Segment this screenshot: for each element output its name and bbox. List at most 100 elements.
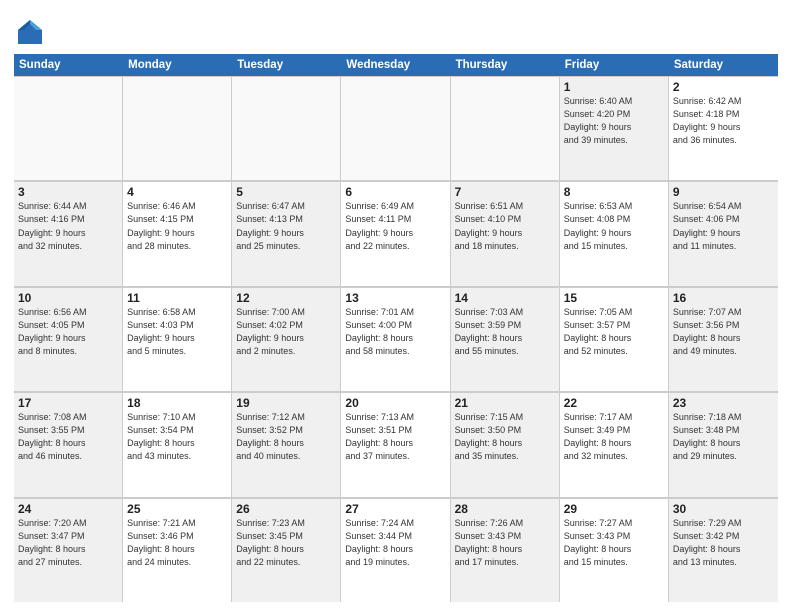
header-cell-wednesday: Wednesday: [341, 54, 450, 76]
day-number: 23: [673, 396, 774, 410]
calendar-cell-0-0: [14, 76, 123, 180]
day-number: 29: [564, 502, 664, 516]
day-info: Sunrise: 7:15 AM Sunset: 3:50 PM Dayligh…: [455, 411, 555, 463]
day-number: 5: [236, 185, 336, 199]
calendar-body: 1Sunrise: 6:40 AM Sunset: 4:20 PM Daylig…: [14, 76, 778, 602]
day-number: 6: [345, 185, 445, 199]
day-number: 15: [564, 291, 664, 305]
header: [14, 12, 778, 48]
calendar-cell-2-4: 14Sunrise: 7:03 AM Sunset: 3:59 PM Dayli…: [451, 287, 560, 391]
day-number: 2: [673, 80, 774, 94]
day-info: Sunrise: 6:53 AM Sunset: 4:08 PM Dayligh…: [564, 200, 664, 252]
day-number: 20: [345, 396, 445, 410]
calendar-cell-2-6: 16Sunrise: 7:07 AM Sunset: 3:56 PM Dayli…: [669, 287, 778, 391]
calendar-row-3: 17Sunrise: 7:08 AM Sunset: 3:55 PM Dayli…: [14, 392, 778, 497]
day-number: 24: [18, 502, 118, 516]
day-info: Sunrise: 6:40 AM Sunset: 4:20 PM Dayligh…: [564, 95, 664, 147]
calendar-cell-0-2: [232, 76, 341, 180]
header-cell-friday: Friday: [560, 54, 669, 76]
calendar-cell-4-2: 26Sunrise: 7:23 AM Sunset: 3:45 PM Dayli…: [232, 498, 341, 602]
calendar-cell-0-6: 2Sunrise: 6:42 AM Sunset: 4:18 PM Daylig…: [669, 76, 778, 180]
day-info: Sunrise: 7:13 AM Sunset: 3:51 PM Dayligh…: [345, 411, 445, 463]
calendar-cell-1-1: 4Sunrise: 6:46 AM Sunset: 4:15 PM Daylig…: [123, 181, 232, 285]
day-number: 26: [236, 502, 336, 516]
day-number: 19: [236, 396, 336, 410]
day-number: 9: [673, 185, 774, 199]
calendar-cell-4-3: 27Sunrise: 7:24 AM Sunset: 3:44 PM Dayli…: [341, 498, 450, 602]
day-number: 27: [345, 502, 445, 516]
header-cell-thursday: Thursday: [451, 54, 560, 76]
day-info: Sunrise: 6:42 AM Sunset: 4:18 PM Dayligh…: [673, 95, 774, 147]
calendar-cell-2-3: 13Sunrise: 7:01 AM Sunset: 4:00 PM Dayli…: [341, 287, 450, 391]
calendar-cell-3-3: 20Sunrise: 7:13 AM Sunset: 3:51 PM Dayli…: [341, 392, 450, 496]
day-info: Sunrise: 7:00 AM Sunset: 4:02 PM Dayligh…: [236, 306, 336, 358]
day-info: Sunrise: 7:05 AM Sunset: 3:57 PM Dayligh…: [564, 306, 664, 358]
day-number: 1: [564, 80, 664, 94]
calendar-cell-4-4: 28Sunrise: 7:26 AM Sunset: 3:43 PM Dayli…: [451, 498, 560, 602]
day-info: Sunrise: 6:56 AM Sunset: 4:05 PM Dayligh…: [18, 306, 118, 358]
day-info: Sunrise: 7:23 AM Sunset: 3:45 PM Dayligh…: [236, 517, 336, 569]
day-number: 22: [564, 396, 664, 410]
calendar-cell-3-6: 23Sunrise: 7:18 AM Sunset: 3:48 PM Dayli…: [669, 392, 778, 496]
day-info: Sunrise: 7:07 AM Sunset: 3:56 PM Dayligh…: [673, 306, 774, 358]
calendar-cell-3-2: 19Sunrise: 7:12 AM Sunset: 3:52 PM Dayli…: [232, 392, 341, 496]
day-number: 16: [673, 291, 774, 305]
calendar-cell-4-1: 25Sunrise: 7:21 AM Sunset: 3:46 PM Dayli…: [123, 498, 232, 602]
calendar-cell-2-1: 11Sunrise: 6:58 AM Sunset: 4:03 PM Dayli…: [123, 287, 232, 391]
calendar-cell-1-6: 9Sunrise: 6:54 AM Sunset: 4:06 PM Daylig…: [669, 181, 778, 285]
calendar-cell-1-2: 5Sunrise: 6:47 AM Sunset: 4:13 PM Daylig…: [232, 181, 341, 285]
calendar: SundayMondayTuesdayWednesdayThursdayFrid…: [14, 54, 778, 602]
day-info: Sunrise: 6:44 AM Sunset: 4:16 PM Dayligh…: [18, 200, 118, 252]
calendar-cell-3-0: 17Sunrise: 7:08 AM Sunset: 3:55 PM Dayli…: [14, 392, 123, 496]
day-info: Sunrise: 6:54 AM Sunset: 4:06 PM Dayligh…: [673, 200, 774, 252]
day-number: 25: [127, 502, 227, 516]
day-number: 30: [673, 502, 774, 516]
day-info: Sunrise: 7:12 AM Sunset: 3:52 PM Dayligh…: [236, 411, 336, 463]
calendar-cell-0-5: 1Sunrise: 6:40 AM Sunset: 4:20 PM Daylig…: [560, 76, 669, 180]
day-info: Sunrise: 6:49 AM Sunset: 4:11 PM Dayligh…: [345, 200, 445, 252]
day-number: 10: [18, 291, 118, 305]
header-cell-sunday: Sunday: [14, 54, 123, 76]
calendar-cell-4-6: 30Sunrise: 7:29 AM Sunset: 3:42 PM Dayli…: [669, 498, 778, 602]
day-info: Sunrise: 6:51 AM Sunset: 4:10 PM Dayligh…: [455, 200, 555, 252]
day-number: 11: [127, 291, 227, 305]
calendar-row-2: 10Sunrise: 6:56 AM Sunset: 4:05 PM Dayli…: [14, 287, 778, 392]
calendar-cell-1-5: 8Sunrise: 6:53 AM Sunset: 4:08 PM Daylig…: [560, 181, 669, 285]
day-info: Sunrise: 7:20 AM Sunset: 3:47 PM Dayligh…: [18, 517, 118, 569]
day-number: 18: [127, 396, 227, 410]
day-info: Sunrise: 7:10 AM Sunset: 3:54 PM Dayligh…: [127, 411, 227, 463]
day-info: Sunrise: 6:58 AM Sunset: 4:03 PM Dayligh…: [127, 306, 227, 358]
calendar-cell-4-0: 24Sunrise: 7:20 AM Sunset: 3:47 PM Dayli…: [14, 498, 123, 602]
day-number: 7: [455, 185, 555, 199]
header-cell-monday: Monday: [123, 54, 232, 76]
calendar-cell-3-1: 18Sunrise: 7:10 AM Sunset: 3:54 PM Dayli…: [123, 392, 232, 496]
calendar-cell-1-4: 7Sunrise: 6:51 AM Sunset: 4:10 PM Daylig…: [451, 181, 560, 285]
calendar-cell-1-3: 6Sunrise: 6:49 AM Sunset: 4:11 PM Daylig…: [341, 181, 450, 285]
day-info: Sunrise: 7:03 AM Sunset: 3:59 PM Dayligh…: [455, 306, 555, 358]
calendar-cell-2-2: 12Sunrise: 7:00 AM Sunset: 4:02 PM Dayli…: [232, 287, 341, 391]
day-number: 13: [345, 291, 445, 305]
day-number: 4: [127, 185, 227, 199]
day-number: 21: [455, 396, 555, 410]
calendar-cell-4-5: 29Sunrise: 7:27 AM Sunset: 3:43 PM Dayli…: [560, 498, 669, 602]
day-info: Sunrise: 7:08 AM Sunset: 3:55 PM Dayligh…: [18, 411, 118, 463]
day-number: 14: [455, 291, 555, 305]
day-info: Sunrise: 7:21 AM Sunset: 3:46 PM Dayligh…: [127, 517, 227, 569]
day-info: Sunrise: 7:26 AM Sunset: 3:43 PM Dayligh…: [455, 517, 555, 569]
calendar-cell-2-0: 10Sunrise: 6:56 AM Sunset: 4:05 PM Dayli…: [14, 287, 123, 391]
calendar-cell-0-1: [123, 76, 232, 180]
calendar-cell-3-5: 22Sunrise: 7:17 AM Sunset: 3:49 PM Dayli…: [560, 392, 669, 496]
calendar-cell-3-4: 21Sunrise: 7:15 AM Sunset: 3:50 PM Dayli…: [451, 392, 560, 496]
calendar-cell-2-5: 15Sunrise: 7:05 AM Sunset: 3:57 PM Dayli…: [560, 287, 669, 391]
day-info: Sunrise: 7:27 AM Sunset: 3:43 PM Dayligh…: [564, 517, 664, 569]
calendar-cell-1-0: 3Sunrise: 6:44 AM Sunset: 4:16 PM Daylig…: [14, 181, 123, 285]
day-number: 12: [236, 291, 336, 305]
calendar-cell-0-4: [451, 76, 560, 180]
day-number: 17: [18, 396, 118, 410]
day-number: 3: [18, 185, 118, 199]
day-info: Sunrise: 7:17 AM Sunset: 3:49 PM Dayligh…: [564, 411, 664, 463]
calendar-row-0: 1Sunrise: 6:40 AM Sunset: 4:20 PM Daylig…: [14, 76, 778, 181]
calendar-header: SundayMondayTuesdayWednesdayThursdayFrid…: [14, 54, 778, 76]
day-info: Sunrise: 7:24 AM Sunset: 3:44 PM Dayligh…: [345, 517, 445, 569]
day-info: Sunrise: 6:46 AM Sunset: 4:15 PM Dayligh…: [127, 200, 227, 252]
